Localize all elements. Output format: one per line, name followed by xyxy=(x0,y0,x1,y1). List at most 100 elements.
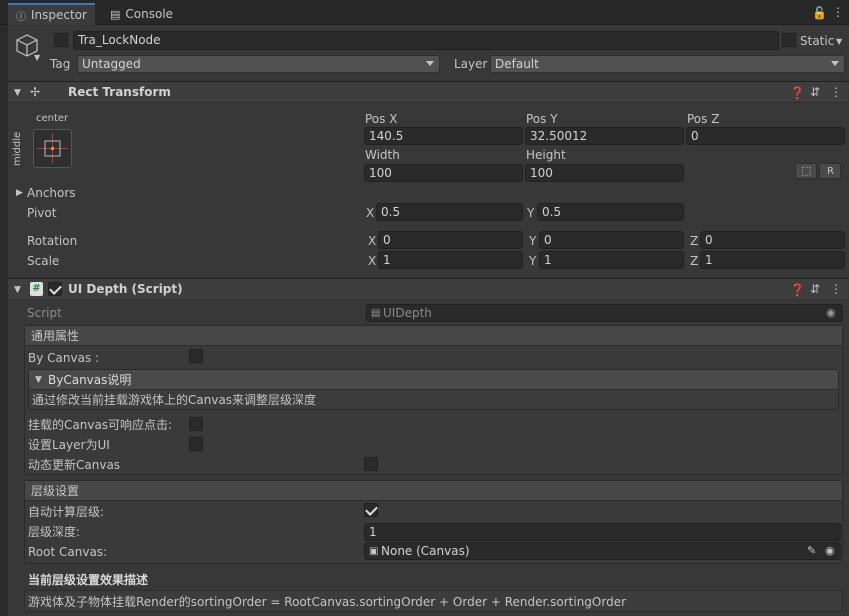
rotation-x-field[interactable]: 0 xyxy=(378,231,523,249)
pos-y-field[interactable]: 32.50012 xyxy=(525,127,684,145)
height-field[interactable]: 100 xyxy=(525,164,684,182)
more-menu-icon[interactable]: ⋮ xyxy=(830,283,842,295)
rotation-z-field[interactable]: 0 xyxy=(700,231,845,249)
tag-dropdown[interactable]: Untagged xyxy=(77,55,440,73)
static-dropdown-icon[interactable]: ▼ xyxy=(836,36,842,48)
layer-dropdown[interactable]: Default xyxy=(490,55,845,73)
info-icon: ⓘ xyxy=(16,11,26,23)
general-section-header: 通用属性 xyxy=(25,326,842,346)
width-field[interactable]: 100 xyxy=(364,164,523,182)
set-layer-ui-checkbox[interactable] xyxy=(189,437,203,451)
anchor-presets-button[interactable] xyxy=(33,129,72,168)
active-checkbox[interactable] xyxy=(54,33,68,47)
chevron-down-icon xyxy=(426,61,434,66)
component-title: Rect Transform xyxy=(68,85,171,99)
height-label: Height xyxy=(526,148,566,162)
rect-transform-icon: ✢ xyxy=(30,85,41,99)
more-menu-icon[interactable]: ⋮ xyxy=(832,6,844,18)
x-axis-label: X xyxy=(368,254,377,268)
pos-x-field[interactable]: 140.5 xyxy=(364,127,523,145)
auto-calc-checkbox[interactable] xyxy=(364,503,378,517)
tag-value: Untagged xyxy=(82,57,141,71)
y-axis-label: Y xyxy=(527,206,535,220)
static-label: Static xyxy=(800,34,835,48)
raw-edit-label: R xyxy=(827,166,834,177)
foldout-arrow-icon[interactable]: ▼ xyxy=(14,284,21,296)
more-menu-icon[interactable]: ⋮ xyxy=(830,86,842,98)
set-layer-ui-label: 设置Layer为UI xyxy=(28,438,110,452)
scale-label: Scale xyxy=(27,254,60,268)
scale-y-field[interactable]: 1 xyxy=(539,251,684,269)
y-axis-label: Y xyxy=(529,234,537,248)
object-picker-icon[interactable]: ◉ xyxy=(825,545,835,557)
tab-console[interactable]: ▤ Console xyxy=(102,3,181,25)
y-axis-label: Y xyxy=(529,254,537,268)
lock-icon[interactable]: 🔓 xyxy=(812,7,827,19)
foldout-arrow-icon[interactable]: ▼ xyxy=(35,374,42,386)
script-hash-icon: # xyxy=(30,282,43,296)
static-checkbox[interactable] xyxy=(782,33,796,47)
anchor-top-label: center xyxy=(36,113,69,124)
scale-x-field[interactable]: 1 xyxy=(378,251,523,269)
foldout-arrow-icon[interactable]: ▼ xyxy=(14,87,21,99)
effect-box: 游戏体及子物体挂载Render的sortingOrder = RootCanva… xyxy=(24,590,843,612)
object-picker-icon[interactable]: ◉ xyxy=(826,307,836,319)
root-canvas-field[interactable]: ▣ None (Canvas) ✎ ◉ xyxy=(364,542,841,560)
bycanvas-note-header[interactable]: ▼ ByCanvas说明 xyxy=(29,370,838,390)
layer-value: Default xyxy=(495,57,539,71)
tab-inspector[interactable]: ⓘ Inspector xyxy=(8,3,95,25)
rotation-y-field[interactable]: 0 xyxy=(539,231,684,249)
canvas-clickable-label: 挂载的Canvas可响应点击: xyxy=(28,418,173,432)
depth-field[interactable]: 1 xyxy=(364,523,841,541)
pivot-y-field[interactable]: 0.5 xyxy=(537,203,684,221)
pivot-x-field[interactable]: 0.5 xyxy=(376,203,523,221)
anchor-preset-icon xyxy=(37,133,68,164)
rotation-label: Rotation xyxy=(27,234,78,248)
component-title: UI Depth (Script) xyxy=(68,282,183,296)
z-axis-label: Z xyxy=(690,234,699,248)
by-canvas-checkbox[interactable] xyxy=(189,349,203,363)
level-section-header: 层级设置 xyxy=(25,481,842,501)
pencil-icon[interactable]: ✎ xyxy=(807,545,816,557)
pos-y-label: Pos Y xyxy=(526,112,558,126)
script-object-field[interactable]: ▤ UIDepth ◉ xyxy=(366,304,843,322)
effect-title: 当前层级设置效果描述 xyxy=(28,573,149,587)
script-label: Script xyxy=(27,306,62,320)
z-axis-label: Z xyxy=(690,254,699,268)
help-icon[interactable]: ❓ xyxy=(790,87,805,99)
component-enabled-checkbox[interactable] xyxy=(48,282,62,296)
root-canvas-label: Root Canvas: xyxy=(28,545,108,559)
tab-label: Inspector xyxy=(31,8,87,22)
layer-label: Layer xyxy=(454,57,488,71)
presets-icon[interactable]: ⇵ xyxy=(810,283,820,295)
help-icon[interactable]: ❓ xyxy=(790,284,805,296)
bycanvas-note-box: ▼ ByCanvas说明 通过修改当前挂载游戏体上的Canvas来调整层级深度 xyxy=(28,369,839,410)
depth-label: 层级深度: xyxy=(28,525,81,539)
rect-transform-header[interactable]: ▼ ✢ Rect Transform ❓ ⇵ ⋮ xyxy=(8,81,849,103)
width-label: Width xyxy=(365,148,400,162)
root-canvas-value: None (Canvas) xyxy=(381,544,470,558)
pivot-label: Pivot xyxy=(27,206,57,220)
anchors-label[interactable]: Anchors xyxy=(27,185,76,201)
presets-icon[interactable]: ⇵ xyxy=(810,86,820,98)
chevron-down-icon xyxy=(831,61,839,66)
auto-calc-label: 自动计算层级: xyxy=(28,505,105,519)
script-value: UIDepth xyxy=(383,306,432,320)
general-section-title: 通用属性 xyxy=(31,329,80,343)
blueprint-icon: ⬚ xyxy=(801,164,812,177)
ui-depth-header[interactable]: ▼ # UI Depth (Script) ❓ ⇵ ⋮ xyxy=(8,278,849,300)
foldout-arrow-icon[interactable]: ▶ xyxy=(16,187,23,199)
raw-edit-button[interactable]: R xyxy=(819,163,841,179)
tab-bar: ⓘ Inspector ▤ Console 🔓 ⋮ xyxy=(0,0,849,25)
pos-z-field[interactable]: 0 xyxy=(686,127,845,145)
dynamic-update-checkbox[interactable] xyxy=(364,457,378,471)
canvas-clickable-checkbox[interactable] xyxy=(189,417,203,431)
level-section-title: 层级设置 xyxy=(31,484,80,498)
icon-dropdown-icon[interactable]: ▼ xyxy=(34,52,40,64)
object-name-field[interactable]: Tra_LockNode xyxy=(73,31,779,50)
console-icon: ▤ xyxy=(110,7,121,21)
scale-z-field[interactable]: 1 xyxy=(700,251,845,269)
effect-text: 游戏体及子物体挂载Render的sortingOrder = RootCanva… xyxy=(28,595,627,609)
blueprint-mode-button[interactable]: ⬚ xyxy=(795,163,817,179)
dynamic-update-label: 动态更新Canvas xyxy=(28,458,121,472)
